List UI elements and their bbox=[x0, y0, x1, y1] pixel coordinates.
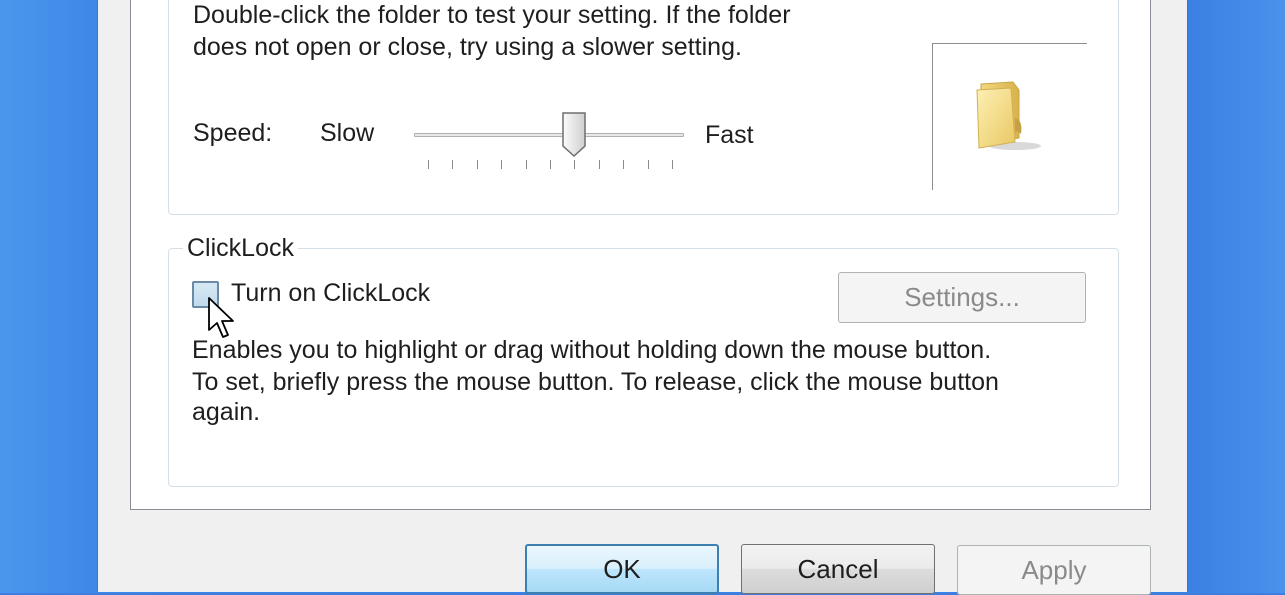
speed-label: Speed: bbox=[193, 119, 273, 147]
slider-tick bbox=[648, 160, 649, 169]
double-click-instructions-line1: Double-click the folder to test your set… bbox=[193, 1, 791, 29]
mouse-pointer-icon bbox=[208, 297, 234, 338]
slider-tick bbox=[428, 160, 429, 169]
mouse-properties-dialog: Double-click the folder to test your set… bbox=[97, 0, 1188, 595]
slider-tick bbox=[452, 160, 453, 169]
slow-label: Slow bbox=[320, 119, 375, 147]
clicklock-description-line1: Enables you to highlight or drag without… bbox=[192, 336, 992, 364]
buttons-tab-page: Double-click the folder to test your set… bbox=[130, 0, 1151, 510]
slider-tick bbox=[501, 160, 502, 169]
speed-slider-track[interactable] bbox=[414, 133, 684, 137]
speed-slider-thumb[interactable] bbox=[562, 112, 586, 157]
slider-tick bbox=[526, 160, 527, 169]
slider-tick bbox=[574, 160, 575, 169]
clicklock-group-title: ClickLock bbox=[183, 234, 298, 263]
clicklock-settings-button[interactable]: Settings... bbox=[838, 272, 1086, 323]
ok-button[interactable]: OK bbox=[525, 544, 719, 594]
double-click-instructions-line2: does not open or close, try using a slow… bbox=[193, 33, 742, 61]
clicklock-checkbox-label[interactable]: Turn on ClickLock bbox=[231, 278, 430, 309]
apply-button[interactable]: Apply bbox=[957, 545, 1151, 595]
slider-tick bbox=[477, 160, 478, 169]
slider-tick bbox=[672, 160, 673, 169]
slider-tick bbox=[550, 160, 551, 169]
double-click-test-area[interactable] bbox=[932, 43, 1087, 190]
folder-icon[interactable] bbox=[971, 78, 1047, 152]
slider-tick bbox=[599, 160, 600, 169]
cancel-button[interactable]: Cancel bbox=[741, 544, 935, 594]
speed-slider-ticks bbox=[428, 160, 673, 170]
fast-label: Fast bbox=[705, 121, 754, 149]
clicklock-description-line2: To set, briefly press the mouse button. … bbox=[192, 368, 999, 396]
clicklock-description-line3: again. bbox=[192, 398, 261, 426]
slider-tick bbox=[623, 160, 624, 169]
